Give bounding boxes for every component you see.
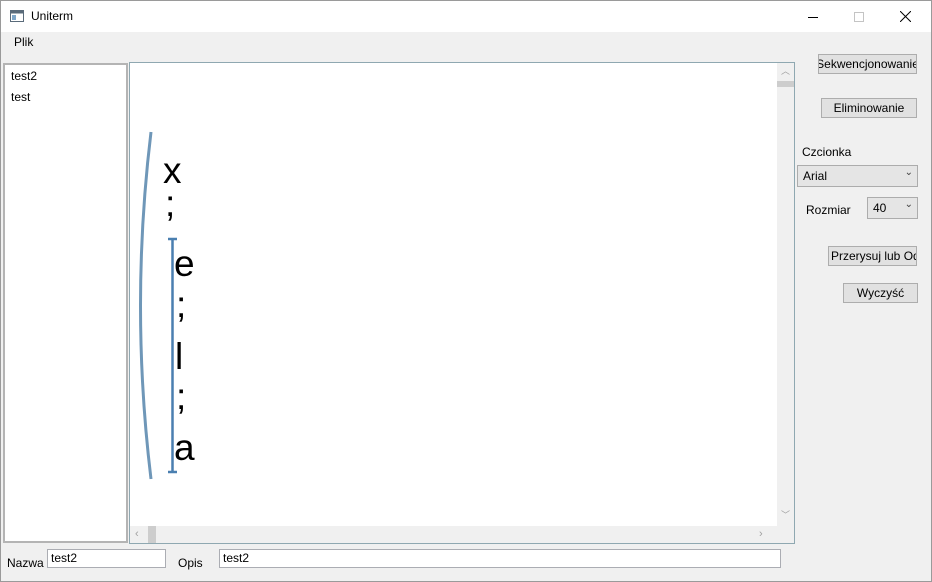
uniterm-list[interactable]: test2 test bbox=[3, 63, 128, 543]
minimize-button[interactable] bbox=[790, 1, 836, 32]
redraw-button[interactable]: Przerysuj lub Odśwież bbox=[828, 246, 917, 266]
inner-term-separator: ; bbox=[176, 376, 187, 417]
clear-button[interactable]: Wyczyść bbox=[843, 283, 918, 303]
inner-term-l: l bbox=[175, 336, 184, 377]
menu-bar: Plik bbox=[1, 32, 931, 52]
scroll-up-icon[interactable]: ︿ bbox=[781, 67, 790, 76]
inner-term-e: e bbox=[174, 243, 195, 284]
horizontal-scroll-thumb[interactable] bbox=[148, 526, 156, 543]
sequence-button[interactable]: Sekwencjonowanie bbox=[818, 54, 917, 74]
description-label: Opis bbox=[178, 556, 203, 570]
inner-term-separator: ; bbox=[176, 284, 187, 325]
scroll-corner bbox=[777, 526, 794, 543]
description-field[interactable]: test2 bbox=[219, 549, 781, 568]
scroll-down-icon[interactable]: ﹀ bbox=[781, 511, 790, 520]
uniterm-drawing bbox=[139, 131, 177, 480]
window-title: Uniterm bbox=[31, 9, 74, 23]
list-item[interactable]: test bbox=[11, 90, 30, 104]
scroll-right-icon[interactable]: › bbox=[759, 529, 763, 540]
client-area: test2 test x ; e ; l ; a ︿ ﹀ ‹ › Sekwenc… bbox=[1, 52, 931, 581]
font-select[interactable]: Arial ⌄ bbox=[797, 165, 918, 187]
outer-term-separator: ; bbox=[165, 183, 176, 224]
size-label: Rozmiar bbox=[806, 203, 851, 217]
maximize-icon bbox=[854, 11, 864, 22]
name-field[interactable]: test2 bbox=[47, 549, 166, 568]
eliminate-button[interactable]: Eliminowanie bbox=[821, 98, 917, 118]
font-select-value: Arial bbox=[803, 169, 828, 183]
outer-bracket bbox=[139, 131, 153, 480]
font-label: Czcionka bbox=[802, 145, 852, 159]
title-bar[interactable]: Uniterm bbox=[1, 1, 931, 32]
vertical-scroll-thumb[interactable] bbox=[777, 81, 794, 87]
name-label: Nazwa bbox=[7, 556, 44, 570]
close-button[interactable] bbox=[882, 1, 928, 32]
app-icon bbox=[10, 10, 24, 22]
inner-term-a: a bbox=[174, 427, 195, 468]
close-icon bbox=[899, 11, 911, 22]
vertical-scrollbar[interactable]: ︿ ﹀ bbox=[777, 63, 794, 526]
size-select-value: 40 bbox=[873, 201, 887, 215]
size-select[interactable]: 40 ⌄ bbox=[867, 197, 918, 219]
maximize-button[interactable] bbox=[836, 1, 882, 32]
drawing-canvas[interactable]: x ; e ; l ; a ︿ ﹀ ‹ › bbox=[129, 62, 795, 544]
scroll-left-icon[interactable]: ‹ bbox=[135, 529, 139, 540]
chevron-down-icon: ⌄ bbox=[904, 199, 913, 210]
minimize-icon bbox=[808, 16, 818, 18]
menu-plik[interactable]: Plik bbox=[14, 35, 33, 49]
chevron-down-icon: ⌄ bbox=[904, 167, 913, 178]
app-window: Uniterm Plik test2 test x ; e ; l ; a ︿ … bbox=[0, 0, 932, 582]
horizontal-scrollbar[interactable]: ‹ › bbox=[130, 526, 777, 543]
list-item[interactable]: test2 bbox=[11, 69, 37, 83]
